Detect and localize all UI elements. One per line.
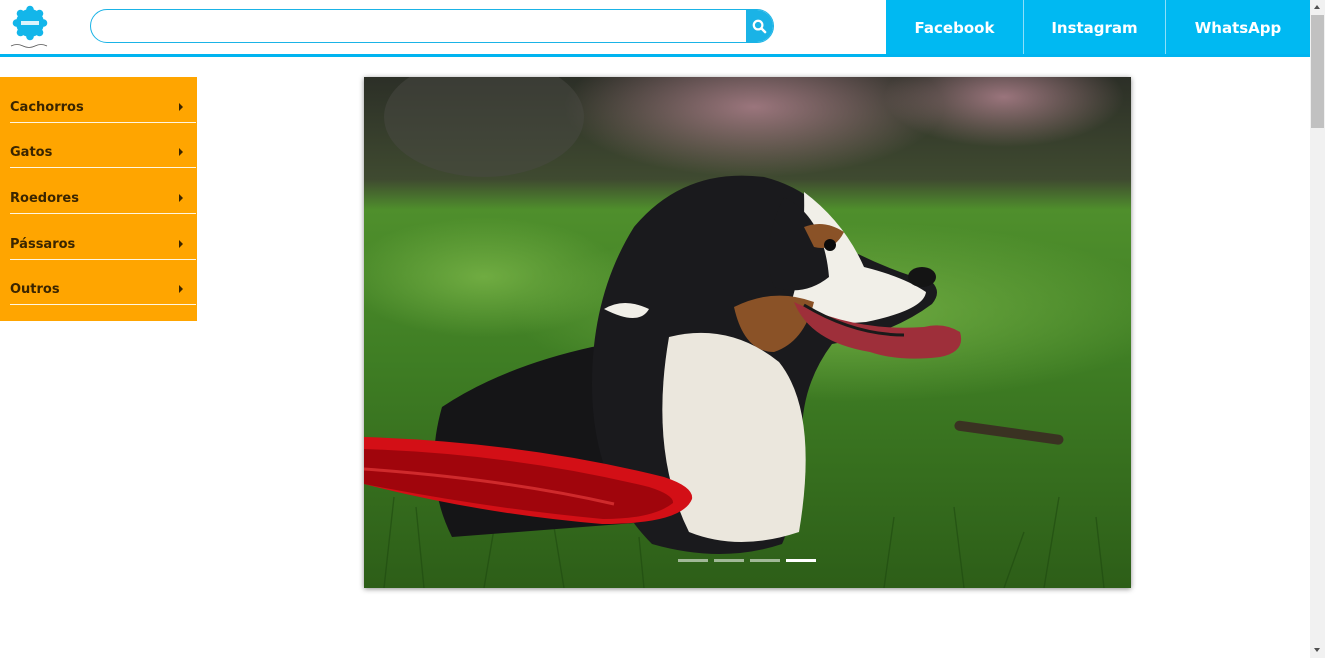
carousel-dot-3[interactable] [750,559,780,562]
dog-with-red-frisbee-photo [364,77,1131,588]
caret-right-icon [179,194,183,202]
top-header: Facebook Instagram WhatsApp [0,0,1310,55]
search-input[interactable] [105,10,739,42]
carousel-indicators [678,559,816,562]
sidebar-item-cachorros[interactable]: Cachorros [10,79,196,123]
scroll-down-arrow-icon[interactable] [1314,648,1320,652]
sidebar-item-label: Cachorros [10,100,84,115]
image-carousel[interactable] [364,77,1131,588]
carousel-dot-1[interactable] [678,559,708,562]
scroll-up-arrow-icon[interactable] [1314,5,1320,9]
sidebar-item-label: Gatos [10,145,53,160]
header-divider [0,54,1310,57]
animall-logo-icon[interactable] [8,4,54,50]
carousel-dot-2[interactable] [714,559,744,562]
sidebar-item-passaros[interactable]: Pássaros [10,216,196,260]
facebook-link[interactable]: Facebook [886,0,1024,55]
sidebar-item-roedores[interactable]: Roedores [10,170,196,214]
scroll-thumb[interactable] [1311,15,1324,128]
caret-right-icon [179,103,183,111]
search-button[interactable] [746,10,773,42]
search-bar [90,9,774,43]
social-links-bar: Facebook Instagram WhatsApp [886,0,1310,55]
whatsapp-link[interactable]: WhatsApp [1166,0,1310,55]
sidebar-item-label: Roedores [10,191,79,206]
sidebar-item-gatos[interactable]: Gatos [10,124,196,168]
sidebar-item-label: Outros [10,282,60,297]
sidebar-item-outros[interactable]: Outros [10,261,196,305]
sidebar-item-label: Pássaros [10,237,76,252]
caret-right-icon [179,148,183,156]
caret-right-icon [179,285,183,293]
vertical-scrollbar[interactable] [1310,0,1325,658]
carousel-dot-4-active[interactable] [786,559,816,562]
instagram-link[interactable]: Instagram [1024,0,1166,55]
search-icon [752,19,767,33]
category-sidebar: Cachorros Gatos Roedores Pássaros Outros [0,77,197,321]
caret-right-icon [179,240,183,248]
